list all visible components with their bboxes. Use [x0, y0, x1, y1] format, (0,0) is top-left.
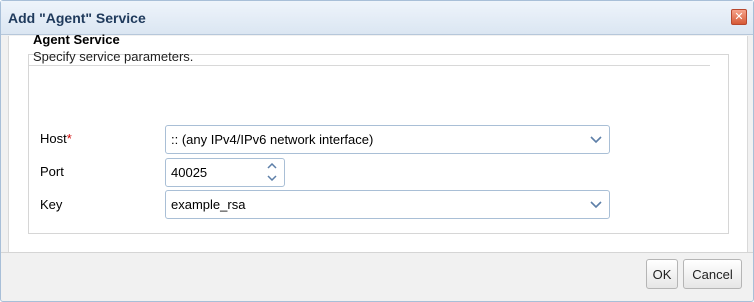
dialog-title: Add "Agent" Service — [8, 10, 146, 26]
section-description: Specify service parameters. — [33, 49, 194, 64]
port-label: Port — [40, 164, 64, 179]
dialog-titlebar[interactable]: Add "Agent" Service ✕ — [1, 1, 753, 35]
host-select[interactable]: :: (any IPv4/IPv6 network interface) — [165, 125, 610, 154]
chevron-down-icon[interactable] — [261, 172, 283, 184]
close-icon: ✕ — [734, 10, 744, 23]
required-mark: * — [66, 131, 72, 146]
key-select-value: example_rsa — [171, 197, 246, 212]
chevron-up-icon[interactable] — [261, 160, 283, 172]
section-title: Agent Service — [33, 32, 120, 47]
chevron-down-icon[interactable] — [583, 191, 609, 218]
port-spin-buttons — [261, 160, 283, 185]
section-divider — [29, 65, 710, 66]
add-service-dialog: Add "Agent" Service ✕ Agent Service Spec… — [0, 0, 754, 302]
footer-divider — [1, 252, 753, 253]
chevron-down-icon[interactable] — [583, 126, 609, 153]
host-label: Host* — [40, 131, 72, 146]
port-spinner[interactable]: 40025 — [165, 158, 285, 187]
close-button[interactable]: ✕ — [731, 9, 747, 25]
key-label: Key — [40, 197, 63, 212]
key-select[interactable]: example_rsa — [165, 190, 610, 219]
ok-button[interactable]: OK — [646, 259, 678, 289]
port-input[interactable]: 40025 — [171, 165, 207, 180]
cancel-button[interactable]: Cancel — [683, 259, 742, 289]
host-select-value: :: (any IPv4/IPv6 network interface) — [171, 132, 374, 147]
